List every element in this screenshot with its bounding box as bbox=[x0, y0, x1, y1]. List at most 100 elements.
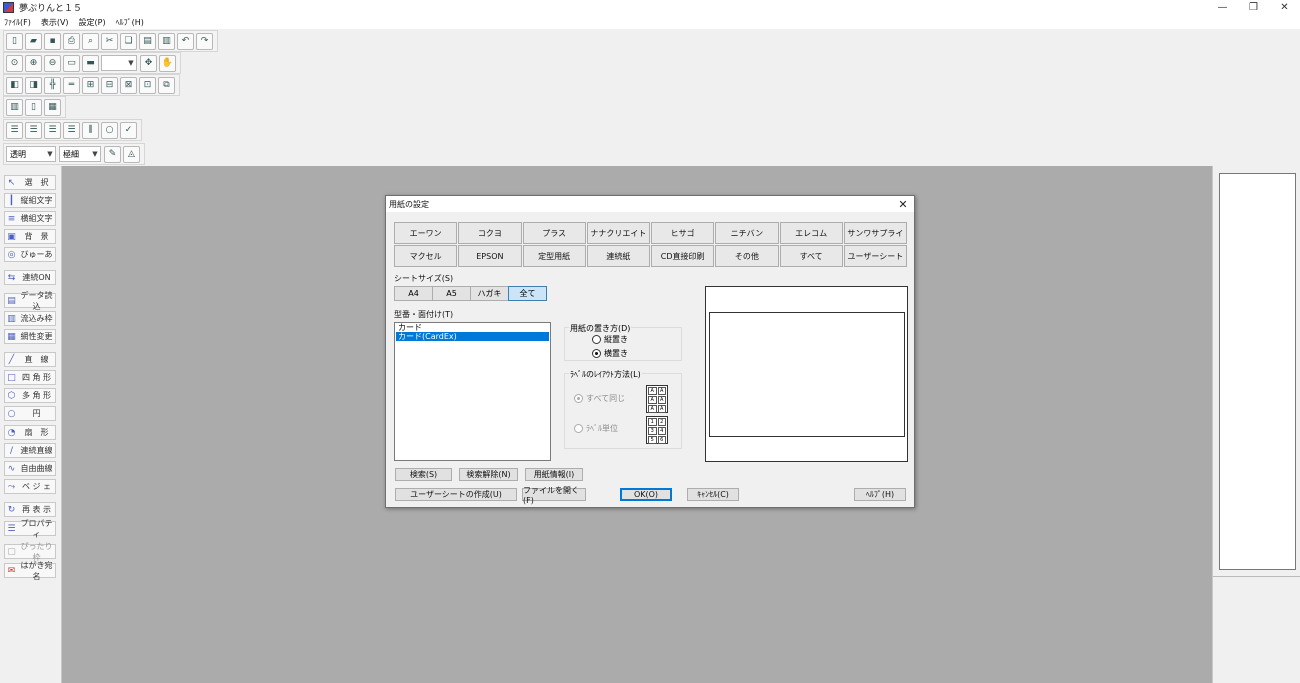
portrait-radio[interactable]: 縦置き bbox=[592, 334, 628, 345]
tool-background[interactable]: ▣ 背 景 bbox=[4, 229, 56, 244]
fill-color-icon[interactable]: ◬ bbox=[123, 145, 140, 163]
align-left-icon[interactable]: ☰ bbox=[6, 121, 23, 139]
maker-tab[interactable]: ユーザーシート bbox=[843, 245, 907, 267]
tool-property[interactable]: ☰ プロパティ bbox=[4, 519, 56, 539]
clear-search-button[interactable]: 検索解除(N) bbox=[459, 468, 518, 481]
tool-redisplay[interactable]: ↻ 再 表 示 bbox=[4, 502, 56, 517]
tool-vertical-text[interactable]: ┃ 縦組文字 bbox=[4, 193, 56, 208]
list-item-selected[interactable]: カード(CardEx) bbox=[396, 332, 549, 341]
tool-line[interactable]: ╱ 直 線 bbox=[4, 352, 56, 367]
sheet-size-postcard[interactable]: ハガキ bbox=[470, 286, 509, 301]
bring-front-icon[interactable]: ◧ bbox=[6, 76, 23, 94]
menu-view[interactable]: 表示(V) bbox=[41, 17, 69, 28]
model-listbox[interactable]: カード カード(CardEx) bbox=[394, 322, 551, 461]
align-center-icon[interactable]: ╬ bbox=[44, 76, 61, 94]
tool-freehand[interactable]: ∿ 自由曲線 bbox=[4, 461, 56, 476]
close-icon[interactable]: ✕ bbox=[895, 196, 911, 212]
cancel-button[interactable]: ｷｬﾝｾﾙ(C) bbox=[687, 488, 739, 501]
maker-tab[interactable]: すべて bbox=[779, 245, 843, 267]
sheet-size-all[interactable]: 全て bbox=[508, 286, 547, 301]
redo-icon[interactable]: ↷ bbox=[196, 32, 213, 50]
tool-polyline[interactable]: ∕ 連続直線 bbox=[4, 443, 56, 458]
align-right-icon[interactable]: ☰ bbox=[44, 121, 61, 139]
undo-icon[interactable]: ↶ bbox=[177, 32, 194, 50]
maker-tab[interactable]: ヒサゴ bbox=[651, 222, 715, 244]
ungroup-icon[interactable]: ⊟ bbox=[101, 76, 118, 94]
tool-exact-frame[interactable]: ▢ ぴったり枠 bbox=[4, 542, 56, 562]
tool-sector[interactable]: ◔ 扇 形 bbox=[4, 425, 56, 440]
zoom-icon[interactable]: ⊙ bbox=[6, 54, 23, 72]
columns-icon[interactable]: ▥ bbox=[6, 98, 23, 116]
send-back-icon[interactable]: ◨ bbox=[25, 76, 42, 94]
maker-tab[interactable]: CD直接印刷 bbox=[651, 245, 715, 267]
align-middle-icon[interactable]: ═ bbox=[63, 76, 80, 94]
maker-tab[interactable]: エレコム bbox=[779, 222, 843, 244]
delete-icon[interactable]: ▥ bbox=[158, 32, 175, 50]
page-thumbnail[interactable] bbox=[1219, 173, 1296, 570]
maker-tab[interactable]: ナナクリエイト bbox=[586, 222, 650, 244]
paste-icon[interactable]: ▤ bbox=[139, 32, 156, 50]
list-item[interactable]: カード bbox=[396, 323, 549, 332]
restore-button[interactable]: ❐ bbox=[1238, 0, 1269, 15]
tool-viewer[interactable]: ◎ びゅーあ bbox=[4, 247, 56, 262]
new-file-icon[interactable]: ▯ bbox=[6, 32, 23, 50]
fit-page-icon[interactable]: ▭ bbox=[63, 54, 80, 72]
sheet-size-a5[interactable]: A5 bbox=[432, 286, 471, 301]
ok-button[interactable]: OK(O) bbox=[620, 488, 672, 501]
close-window-button[interactable]: ✕ bbox=[1269, 0, 1300, 15]
tool-flow-frame[interactable]: ▥ 流込み枠 bbox=[4, 311, 56, 326]
open-file-button[interactable]: ファイルを開く(F) bbox=[522, 486, 586, 505]
tool-attribute-change[interactable]: ▦ 網性変更 bbox=[4, 329, 56, 344]
maker-tab[interactable]: マクセル bbox=[394, 245, 458, 267]
vertical-text-icon[interactable]: ⫼ bbox=[82, 121, 99, 139]
tool-rectangle[interactable]: □ 四 角 形 bbox=[4, 370, 56, 385]
maker-tab[interactable]: ニチバン bbox=[715, 222, 779, 244]
page-icon[interactable]: ▯ bbox=[25, 98, 42, 116]
unlock-icon[interactable]: ⊡ bbox=[139, 76, 156, 94]
move-icon[interactable]: ✥ bbox=[140, 54, 157, 72]
create-user-sheet-button[interactable]: ユーザーシートの作成(U) bbox=[395, 488, 517, 501]
menu-help[interactable]: ﾍﾙﾌﾟ(H) bbox=[116, 17, 144, 28]
open-folder-icon[interactable]: ▰ bbox=[25, 32, 42, 50]
print-icon[interactable]: ⎙ bbox=[63, 32, 80, 50]
hand-icon[interactable]: ✋ bbox=[159, 54, 176, 72]
tool-bezier[interactable]: ⤳ ベ ジ ェ bbox=[4, 479, 56, 494]
tool-horizontal-text[interactable]: ≡ 横組文字 bbox=[4, 211, 56, 226]
per-label-radio[interactable]: ﾗﾍﾞﾙ単位 bbox=[574, 423, 618, 434]
line-width-select[interactable]: 極細 ▼ bbox=[59, 146, 101, 162]
cut-icon[interactable]: ✂ bbox=[101, 32, 118, 50]
tool-circle[interactable]: ○ 円 bbox=[4, 406, 56, 421]
pen-color-icon[interactable]: ✎ bbox=[104, 145, 121, 163]
justify-icon[interactable]: ☰ bbox=[63, 121, 80, 139]
maker-tab[interactable]: サンワサプライ bbox=[843, 222, 907, 244]
maker-tab[interactable]: その他 bbox=[715, 245, 779, 267]
grid-icon[interactable]: ▦ bbox=[44, 98, 61, 116]
maker-tab[interactable]: プラス bbox=[522, 222, 586, 244]
tool-data-import[interactable]: ▤ データ読込 bbox=[4, 291, 56, 311]
zoom-in-icon[interactable]: ⊕ bbox=[25, 54, 42, 72]
maker-tab[interactable]: 定型用紙 bbox=[522, 245, 586, 267]
save-icon[interactable]: ▪ bbox=[44, 32, 61, 50]
copy-icon[interactable]: ❏ bbox=[120, 32, 137, 50]
check-icon[interactable]: ✓ bbox=[120, 121, 137, 139]
all-same-radio[interactable]: すべて同じ bbox=[574, 393, 625, 404]
tool-select[interactable]: ↖ 選 択 bbox=[4, 175, 56, 190]
maker-tab[interactable]: コクヨ bbox=[458, 222, 522, 244]
tool-continuous-on[interactable]: ⇆ 連続ON bbox=[4, 270, 56, 285]
align-center-text-icon[interactable]: ☰ bbox=[25, 121, 42, 139]
maker-tab[interactable]: 連続紙 bbox=[586, 245, 650, 267]
fill-select[interactable]: 透明 ▼ bbox=[6, 146, 56, 162]
tool-polygon[interactable]: ⬡ 多 角 形 bbox=[4, 388, 56, 403]
landscape-radio[interactable]: 横置き bbox=[592, 348, 628, 359]
lock-icon[interactable]: ⊠ bbox=[120, 76, 137, 94]
maker-tab[interactable]: エーワン bbox=[394, 222, 458, 244]
fit-width-icon[interactable]: ▬ bbox=[82, 54, 99, 72]
search-button[interactable]: 検索(S) bbox=[395, 468, 452, 481]
group-icon[interactable]: ⊞ bbox=[82, 76, 99, 94]
zoom-out-icon[interactable]: ⊖ bbox=[44, 54, 61, 72]
maker-tab[interactable]: EPSON bbox=[458, 245, 522, 267]
print-preview-icon[interactable]: ⌕ bbox=[82, 32, 99, 50]
sheet-size-a4[interactable]: A4 bbox=[394, 286, 433, 301]
paper-info-button[interactable]: 用紙情報(I) bbox=[525, 468, 583, 481]
minimize-button[interactable]: — bbox=[1207, 0, 1238, 15]
